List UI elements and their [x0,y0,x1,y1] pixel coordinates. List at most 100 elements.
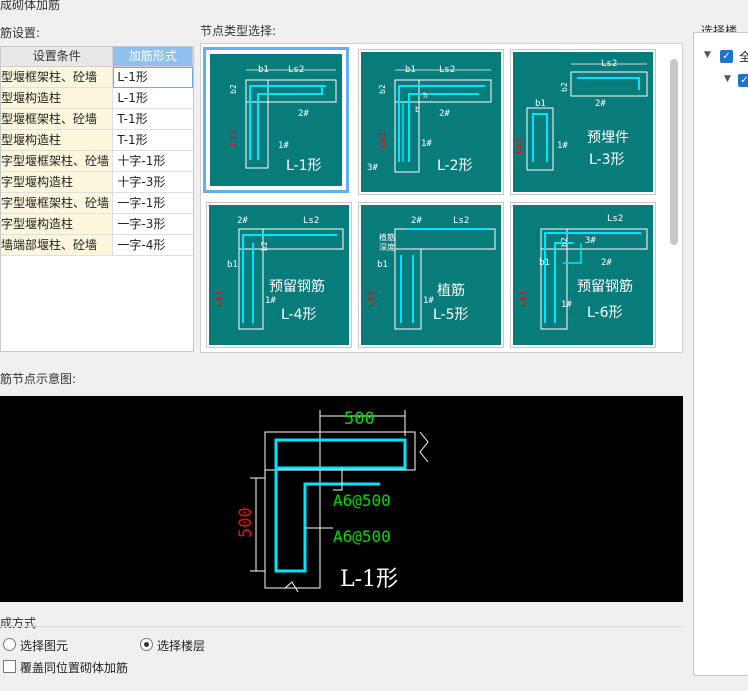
tree-expand-icon[interactable]: ▼ [724,74,731,84]
tree-expand-icon[interactable]: ▼ [704,50,711,60]
label-ls2: Ls2 [453,216,469,226]
table-row[interactable]: 型堰构造柱 L-1形 [1,88,193,109]
gallery-scrollbar[interactable] [670,59,678,245]
radio-select-floor-label[interactable]: 选择楼层 [157,637,205,654]
cell-condition: 型堰构造柱 [1,88,114,109]
card-sub: 预留钢筋 [577,278,633,295]
overlay-checkbox[interactable] [3,660,16,673]
floor-checkbox[interactable]: ✓ [738,74,748,87]
node-diagram: Ls2 3# b2 b1 2# 1# Ls1 预留钢筋 L-6形 [513,205,653,345]
cell-form[interactable]: 一字-4形 [113,235,193,256]
card-name: L-6形 [587,305,623,321]
header-form[interactable]: 加筋形式 [113,47,193,67]
spec-2: A6@500 [333,491,391,510]
card-sub: 预留钢筋 [269,278,325,295]
cell-form[interactable]: 一字-3形 [113,214,193,235]
cell-condition: 字型堰构造柱 [1,172,114,193]
node-card-l4[interactable]: 2# Ls2 b1 b2 1# Ls1 预留钢筋 L-4形 [206,202,352,348]
cell-form[interactable]: T-1形 [113,130,193,151]
table-row[interactable]: 型堰框架柱、砼墙 L-1形 [1,67,193,88]
card-name: L-3形 [589,152,625,168]
node-card-l6[interactable]: Ls2 3# b2 b1 2# 1# Ls1 预留钢筋 L-6形 [510,202,656,348]
label-b2: b2 [560,237,569,247]
preview-diagram: 500 500 A6@500 A6@500 L-1形 [236,409,429,593]
card-sub: 植筋 [437,282,465,299]
label-ls1: Ls1 [518,291,528,307]
label-ls1: Ls1 [214,291,224,307]
label-bar2: 2# [595,99,606,109]
table-row[interactable]: 字型堰框架柱、砼墙 一字-1形 [1,193,193,214]
label-b: b [415,105,420,114]
radio-select-floor[interactable] [140,638,153,651]
label-ls2: Ls2 [601,59,617,69]
table-row[interactable]: 字型堰框架柱、砼墙 十字-1形 [1,151,193,172]
cell-form[interactable]: L-1形 [113,67,193,88]
node-type-gallery: b1 Ls2 b2 2# 1# Ls1 L-1形 b1 Ls2 b2 h b 2… [200,43,683,353]
label-bar1: 1# [557,141,568,151]
settings-table: 设置条件 加筋形式 型堰框架柱、砼墙 L-1形 型堰构造柱 L-1形 型堰框架柱、砼… [0,46,194,352]
overlay-checkbox-label[interactable]: 覆盖同位置砌体加筋 [20,659,128,676]
card-sub: 预埋件 [587,130,629,146]
cell-form[interactable]: 十字-1形 [113,151,193,172]
node-diagram: 2# Ls2 b1 b2 1# Ls1 预留钢筋 L-4形 [209,205,349,345]
preview-name: L-1形 [340,567,398,592]
table-row[interactable]: 墙端部堰柱、砼墙 一字-4形 [1,235,193,256]
cell-form[interactable]: T-1形 [113,109,193,130]
table-row[interactable]: 型堰框架柱、砼墙 T-1形 [1,109,193,130]
card-name: L-1形 [286,158,322,174]
cell-condition: 字型堰框架柱、砼墙 [1,151,114,172]
label-bar2: 2# [411,216,422,226]
label-ls1: Ls1 [366,291,376,307]
label-bar1: 1# [265,296,276,306]
dim-left: 500 [236,507,256,538]
label-ls2: Ls2 [288,65,304,75]
label-bar2: 2# [237,216,248,226]
node-card-l1[interactable]: b1 Ls2 b2 2# 1# Ls1 L-1形 [203,47,349,193]
node-diagram: b1 Ls2 b2 h b 2# 1# 3# Ls1 L-2形 [361,52,501,192]
label-ls2: Ls2 [439,65,455,75]
label-bar2: 2# [601,258,612,268]
card-name: L-5形 [433,307,469,323]
label-b2: b2 [229,84,238,94]
cell-form[interactable]: L-1形 [113,88,193,109]
spec-1: A6@500 [333,527,391,546]
cell-form[interactable]: 一字-1形 [113,193,193,214]
radio-select-element[interactable] [3,638,16,651]
cell-form[interactable]: 十字-3形 [113,172,193,193]
label-b1: b1 [377,260,388,270]
node-card-l3[interactable]: Ls2 b1 b2 2# 1# Ls1 预埋件 L-3形 [510,49,656,195]
cell-condition: 型堰框架柱、砼墙 [1,67,114,88]
label-zj2: 深度 [379,242,395,252]
label-bar2: 2# [298,109,309,119]
label-b2: b2 [260,241,269,251]
label-b1: b1 [227,260,238,270]
node-card-l5[interactable]: 2# Ls2 植筋 深度 b1 1# Ls1 植筋 L-5形 [358,202,504,348]
node-card-l2[interactable]: b1 Ls2 b2 h b 2# 1# 3# Ls1 L-2形 [358,49,504,195]
card-name: L-2形 [437,158,473,174]
radio-select-element-label[interactable]: 选择图元 [20,637,68,654]
preview-label: 筋节点示意图: [0,372,77,386]
label-b1: b1 [539,258,550,268]
label-b2: b2 [378,84,387,94]
header-condition[interactable]: 设置条件 [1,47,114,67]
table-row[interactable]: 型堰构造柱 T-1形 [1,130,193,151]
settings-label: 筋设置: [0,26,41,40]
table-header: 设置条件 加筋形式 [1,47,193,67]
table-row[interactable]: 字型堰构造柱 十字-3形 [1,172,193,193]
node-type-label: 节点类型选择: [200,24,277,38]
node-diagram: 2# Ls2 植筋 深度 b1 1# Ls1 植筋 L-5形 [361,205,501,345]
label-bar2: 2# [439,109,450,119]
floor-all-checkbox[interactable]: ✓ [720,50,733,63]
label-ls2: Ls2 [303,216,319,226]
label-b1: b1 [535,99,546,109]
table-row[interactable]: 字型堰构造柱 一字-3形 [1,214,193,235]
cell-condition: 型堰构造柱 [1,130,114,151]
card-name: L-4形 [281,307,317,323]
label-b1: b1 [405,65,416,75]
floor-all-label[interactable]: 全 [739,48,748,65]
mode-divider [0,626,683,627]
cell-condition: 墙端部堰柱、砼墙 [1,235,114,256]
floor-tree: ▼ ✓ 全 ▼ ✓ [693,32,748,676]
label-b2: b2 [560,82,569,92]
dim-top: 500 [344,409,375,429]
